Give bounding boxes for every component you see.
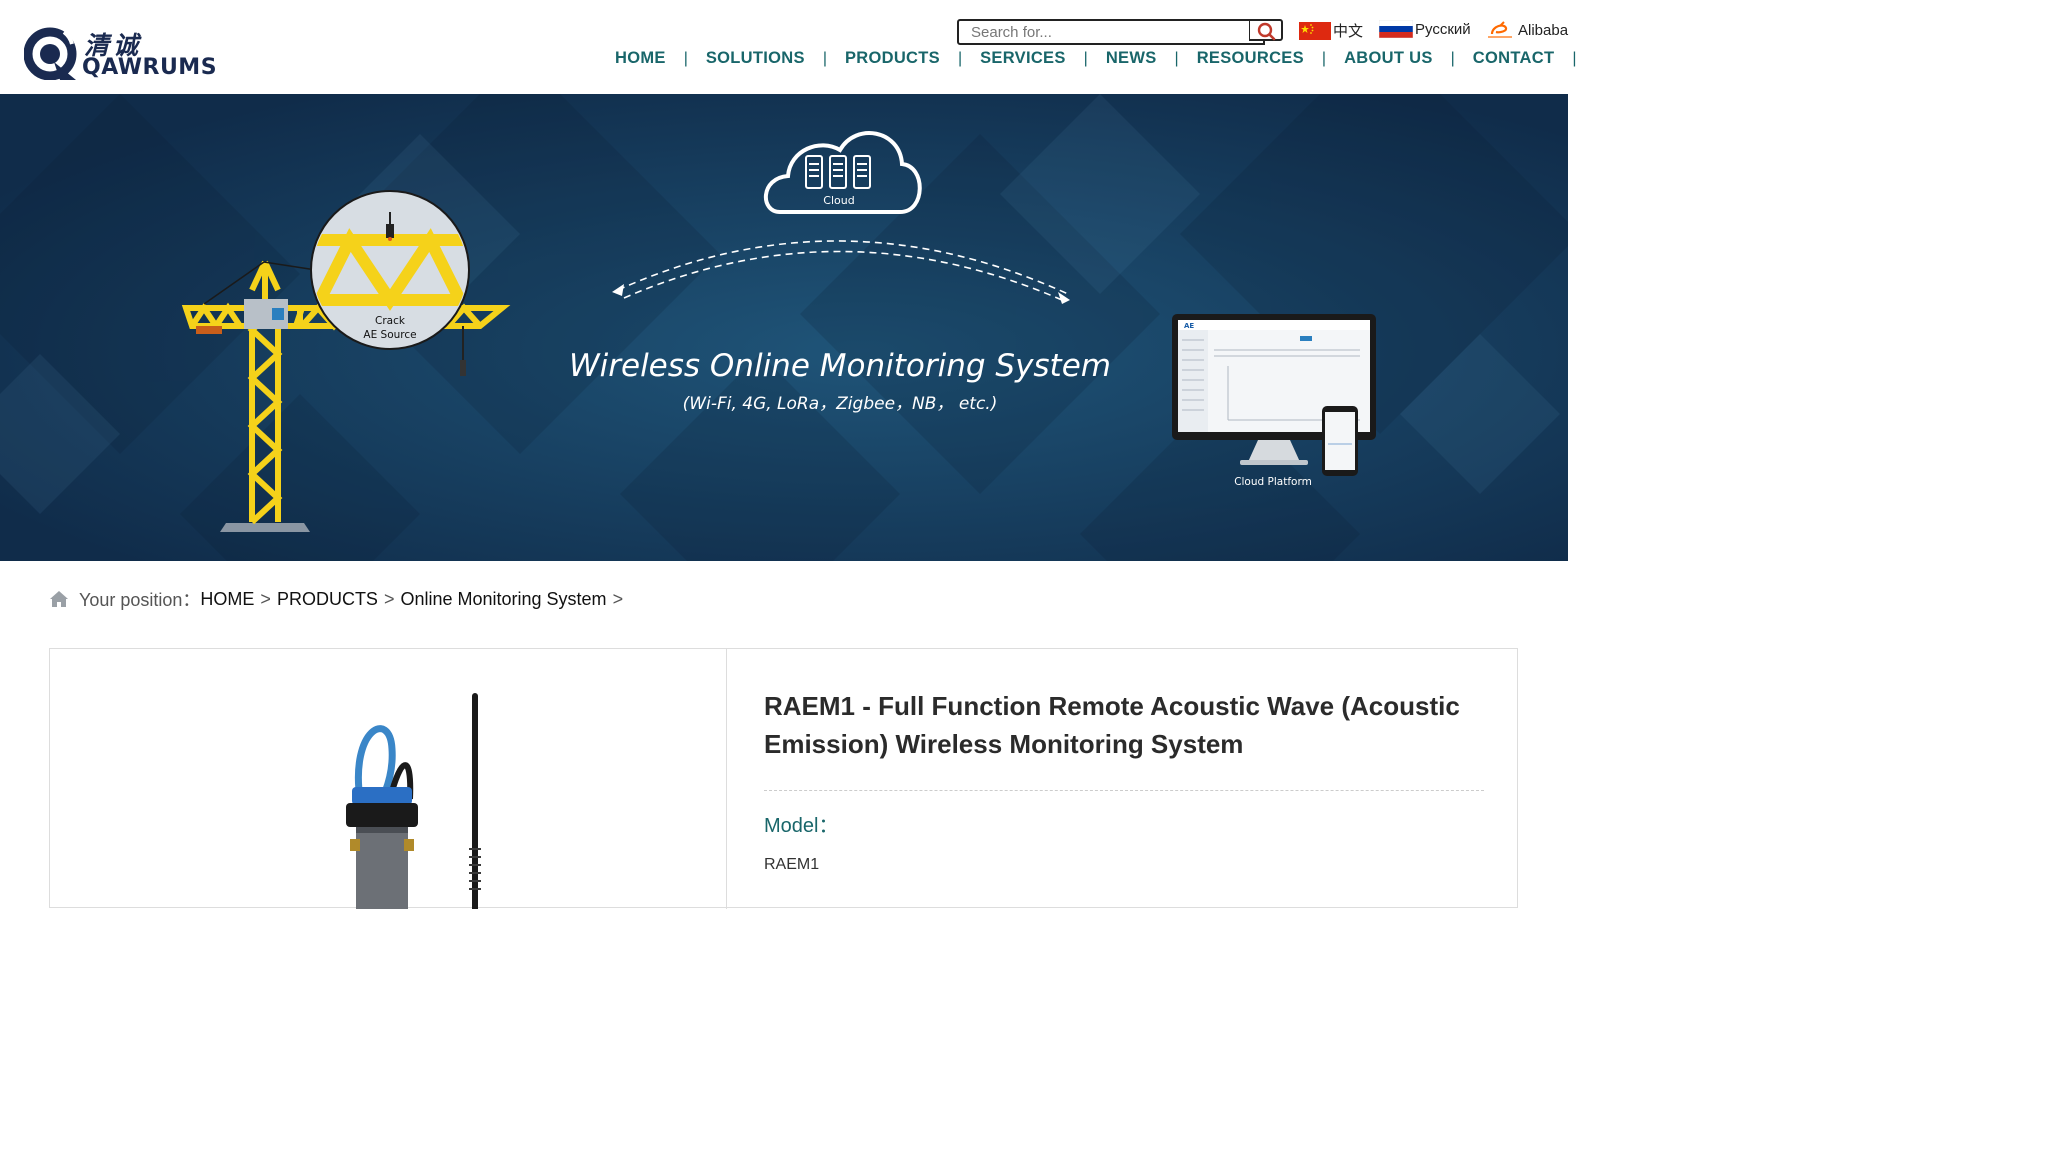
- search-box: [957, 19, 1287, 45]
- search-input[interactable]: [957, 19, 1265, 45]
- nav-products[interactable]: PRODUCTS: [845, 49, 940, 68]
- home-icon: [50, 591, 68, 607]
- logo-mark-icon: [24, 27, 77, 80]
- lang-chinese-label: 中文: [1333, 23, 1364, 40]
- banner-illustration: Cloud Wireless Online Monitoring System …: [0, 94, 1568, 561]
- nav-about-us[interactable]: ABOUT US: [1344, 49, 1433, 68]
- alibaba-icon: [1488, 21, 1512, 38]
- site-header: 清诚 QAWRUMS 中文 Русский: [0, 0, 1576, 94]
- nav-separator: |: [957, 49, 963, 67]
- nav-separator: |: [1321, 49, 1327, 67]
- model-label: Model：: [764, 815, 839, 837]
- sensor-device-illustration: [346, 693, 481, 909]
- nav-home[interactable]: HOME: [615, 49, 666, 68]
- nav-separator: |: [1450, 49, 1455, 67]
- breadcrumb-online-monitoring[interactable]: Online Monitoring System: [400, 589, 606, 610]
- nav-resources[interactable]: RESOURCES: [1197, 49, 1304, 68]
- cloud-platform-label: Cloud Platform: [1234, 476, 1312, 488]
- product-title: RAEM1 - Full Function Remote Acoustic Wa…: [764, 691, 1460, 759]
- nav-separator: |: [683, 49, 688, 67]
- ae-source-label: AE Source: [363, 329, 416, 341]
- svg-text:AE: AE: [1184, 322, 1194, 330]
- product-info: RAEM1 - Full Function Remote Acoustic Wa…: [764, 687, 1484, 874]
- alibaba-label: Alibaba: [1518, 21, 1569, 39]
- product-image[interactable]: [50, 649, 727, 909]
- banner-headline: Wireless Online Monitoring System: [569, 348, 1111, 384]
- lang-russian[interactable]: Русский: [1379, 20, 1471, 38]
- crack-label: Crack: [375, 315, 406, 327]
- nav-news[interactable]: NEWS: [1106, 49, 1157, 68]
- site-logo[interactable]: 清诚 QAWRUMS: [24, 24, 224, 82]
- russia-flag-icon: [1379, 20, 1413, 38]
- cloud-label: Cloud: [823, 194, 854, 207]
- main-nav: HOME | SOLUTIONS | PRODUCTS | SERVICES |…: [615, 49, 1594, 68]
- model-value: RAEM1: [764, 856, 820, 873]
- china-flag-icon: [1299, 21, 1331, 40]
- divider: [764, 790, 1484, 791]
- lang-chinese[interactable]: 中文: [1299, 20, 1363, 41]
- nav-services[interactable]: SERVICES: [980, 49, 1066, 68]
- product-panel: RAEM1 - Full Function Remote Acoustic Wa…: [49, 648, 1518, 909]
- nav-solutions[interactable]: SOLUTIONS: [706, 49, 805, 68]
- nav-separator: |: [1174, 49, 1179, 67]
- logo-en-text: QAWRUMS: [82, 55, 218, 80]
- alibaba-link[interactable]: Alibaba: [1486, 20, 1568, 40]
- hero-banner[interactable]: Cloud Wireless Online Monitoring System …: [0, 94, 1568, 561]
- banner-subtitle: (Wi-Fi, 4G, LoRa，Zigbee，NB， etc.): [683, 394, 998, 414]
- lang-russian-label: Русский: [1415, 20, 1471, 38]
- breadcrumb-products[interactable]: PRODUCTS: [277, 589, 378, 610]
- search-icon: [1257, 22, 1275, 41]
- nav-separator: |: [1083, 49, 1088, 67]
- breadcrumb-prefix: Your position：: [79, 590, 201, 610]
- breadcrumb-separator: >: [612, 588, 624, 609]
- nav-contact[interactable]: CONTACT: [1473, 49, 1555, 68]
- breadcrumb-separator: >: [383, 588, 395, 609]
- nav-separator: |: [1572, 49, 1577, 67]
- search-button[interactable]: [1249, 19, 1283, 41]
- nav-separator: |: [822, 49, 827, 67]
- breadcrumb-home[interactable]: HOME: [200, 589, 254, 610]
- breadcrumb-separator: >: [260, 588, 271, 609]
- breadcrumb: Your position： HOME > PRODUCTS > Online …: [49, 586, 629, 612]
